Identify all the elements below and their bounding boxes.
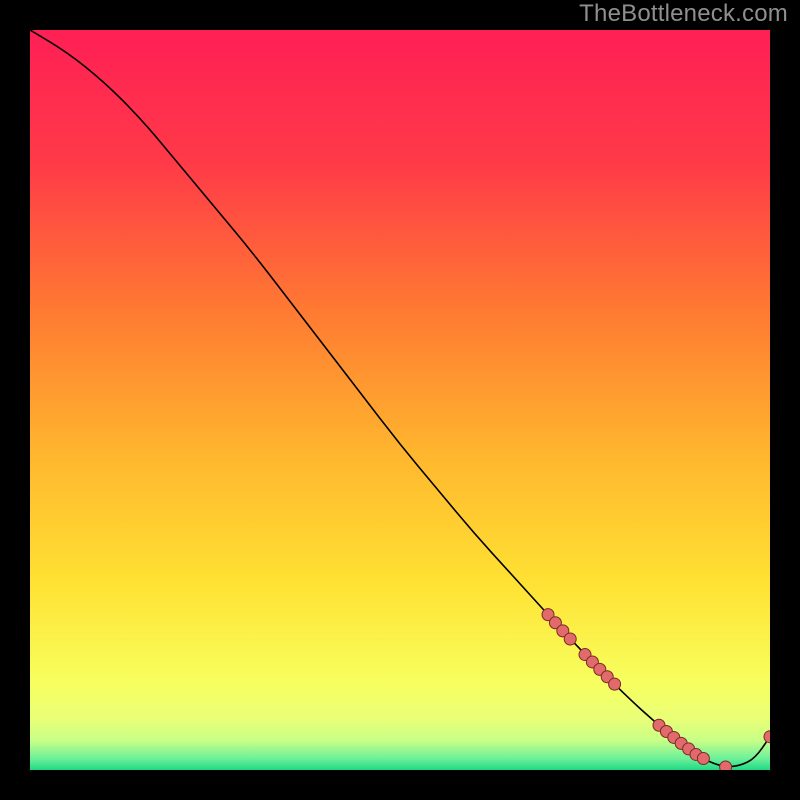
plot-area xyxy=(30,30,770,770)
data-marker xyxy=(564,633,576,645)
data-marker xyxy=(720,761,732,770)
data-marker xyxy=(609,678,621,690)
watermark-text: TheBottleneck.com xyxy=(579,0,788,28)
gradient-background xyxy=(30,30,770,770)
data-marker xyxy=(697,753,709,765)
chart-frame: TheBottleneck.com xyxy=(0,0,800,800)
chart-svg xyxy=(30,30,770,770)
